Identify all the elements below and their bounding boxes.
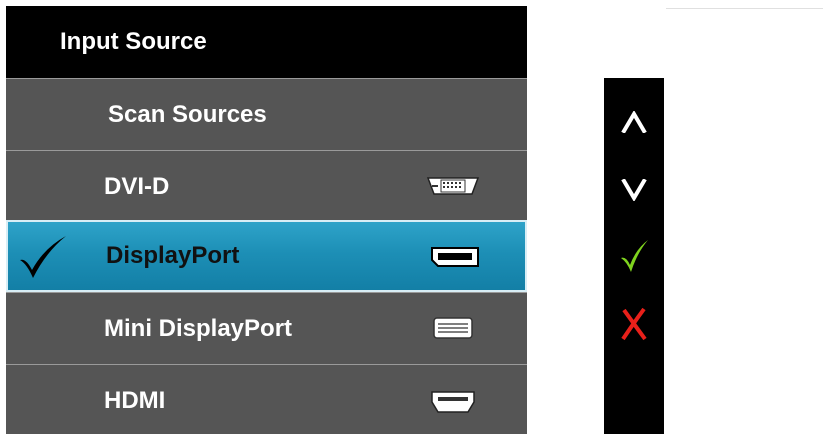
- exit-button[interactable]: [604, 292, 664, 356]
- menu-item-scan-sources[interactable]: Scan Sources: [6, 78, 527, 150]
- osd-button-panel: [604, 78, 664, 434]
- menu-item-label: Mini DisplayPort: [104, 314, 293, 342]
- displayport-port-icon: [426, 242, 484, 272]
- hdmi-port-icon: [424, 387, 482, 417]
- menu-item-label: Scan Sources: [108, 100, 267, 128]
- mini-displayport-port-icon: [424, 313, 482, 343]
- down-button[interactable]: [604, 158, 664, 222]
- menu-item-mini-displayport[interactable]: Mini DisplayPort: [6, 292, 527, 364]
- up-button[interactable]: [604, 90, 664, 154]
- checkmark-icon: [16, 234, 68, 280]
- divider-line: [666, 8, 823, 9]
- menu-item-label: DVI-D: [104, 172, 170, 200]
- dvi-port-icon: [424, 171, 482, 201]
- menu-item-label: DisplayPort: [106, 242, 240, 269]
- menu-item-hdmi[interactable]: HDMI: [6, 364, 527, 436]
- confirm-check-icon: [619, 239, 649, 273]
- exit-x-icon: [620, 307, 648, 341]
- confirm-button[interactable]: [604, 224, 664, 288]
- menu-title-label: Input Source: [60, 28, 207, 55]
- menu-item-dvi-d[interactable]: DVI-D: [6, 150, 527, 222]
- menu-item-displayport[interactable]: DisplayPort: [6, 220, 527, 292]
- menu-title: Input Source: [6, 6, 527, 78]
- osd-menu: Input Source Scan Sources DVI-D DisplayP…: [6, 6, 527, 434]
- up-arrow-icon: [621, 111, 647, 133]
- down-arrow-icon: [621, 179, 647, 201]
- menu-item-label: HDMI: [104, 386, 166, 414]
